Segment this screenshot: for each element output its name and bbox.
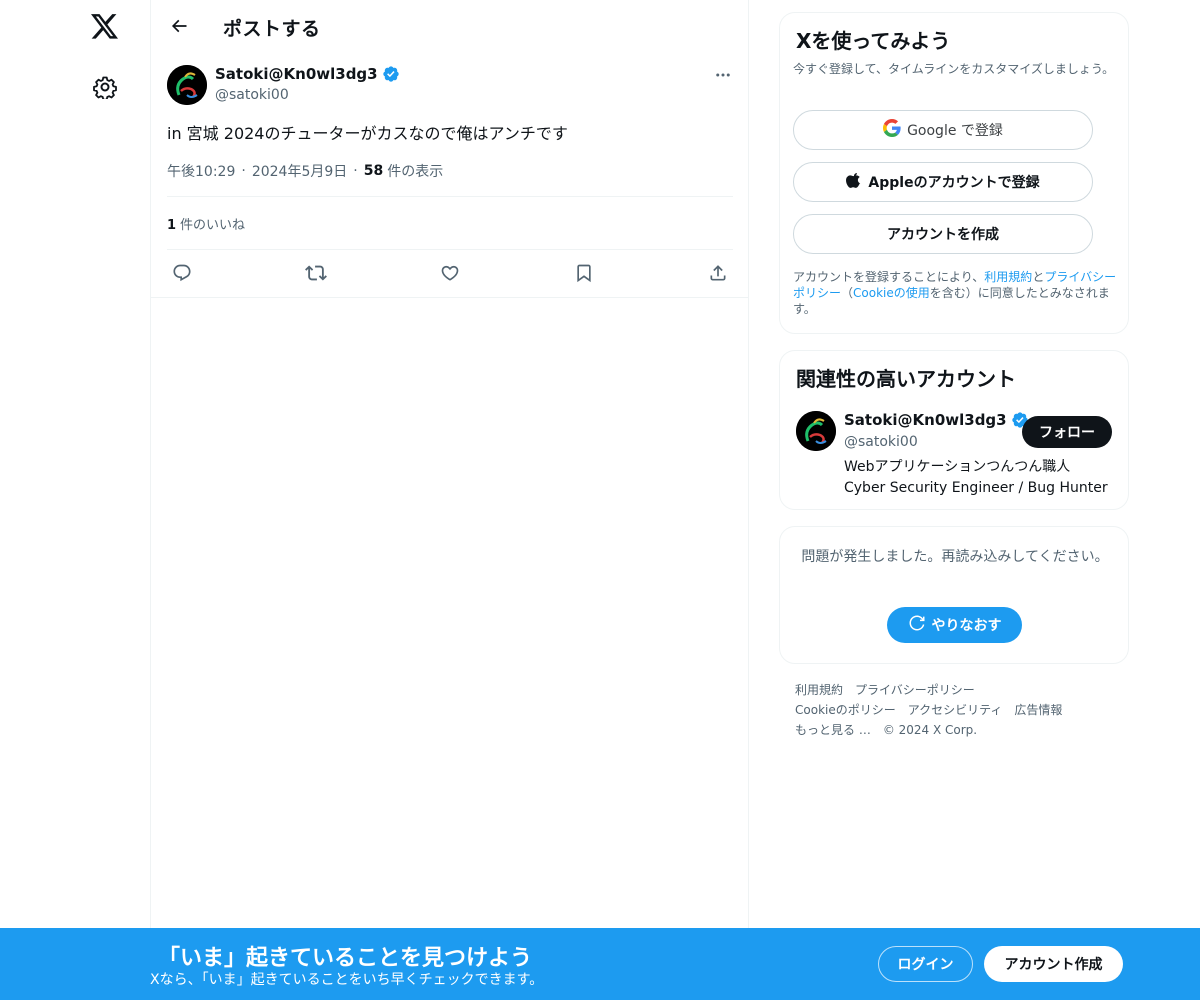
post-detail: Satoki@Kn0wl3dg3 @satoki00 in 宮城 2024のチュ… xyxy=(151,53,749,298)
verified-badge-icon xyxy=(382,65,400,83)
repost-icon[interactable] xyxy=(302,259,330,287)
related-account-bio: Webアプリケーションつんつん職人 Cyber Security Enginee… xyxy=(844,457,1108,499)
author-name-text: Satoki@Kn0wl3dg3 xyxy=(215,65,378,83)
more-options-icon[interactable] xyxy=(711,65,735,85)
footer-links: 利用規約 プライバシーポリシー Cookieのポリシー アクセシビリティ 広告情報 も… xyxy=(795,680,1115,740)
bio-line: Webアプリケーションつんつん職人 xyxy=(844,459,1071,475)
create-account-button[interactable]: アカウントを作成 xyxy=(793,214,1093,254)
views-count: 58 xyxy=(363,163,384,179)
likes-label: 件のいいね xyxy=(180,218,246,233)
apple-icon xyxy=(846,171,862,193)
meta-separator: · xyxy=(353,163,358,179)
terms-notice: アカウントを登録することにより、利用規約とプライバシーポリシー（Cookieの使… xyxy=(793,269,1121,317)
footer-link-privacy[interactable]: プライバシーポリシー xyxy=(855,683,975,697)
like-icon[interactable] xyxy=(436,259,464,287)
main-column: ポストする Satoki@Kn0wl3dg3 @satoki00 in 宮城 2… xyxy=(150,0,749,1000)
post-meta: 午後10:29 · 2024年5月9日 · 58 件の表示 xyxy=(167,161,443,181)
signup-card: Xを使ってみよう 今すぐ登録して、タイムラインをカスタマイズしましょう。 Goo… xyxy=(779,12,1129,334)
terms-prefix: アカウントを登録することにより、 xyxy=(793,270,985,284)
terms-link[interactable]: 利用規約 xyxy=(984,270,1032,284)
terms-and: と xyxy=(1032,270,1045,284)
footer-link-accessibility[interactable]: アクセシビリティ xyxy=(908,703,1003,717)
gear-icon[interactable] xyxy=(88,70,122,104)
banner-title: 「いま」起きていることを見つけよう xyxy=(158,946,533,971)
open-paren: （ xyxy=(841,286,854,300)
likes-count: 1 xyxy=(167,218,177,233)
avatar[interactable] xyxy=(796,411,836,451)
follow-button[interactable]: フォロー xyxy=(1022,416,1112,448)
footer-link-more[interactable]: もっと見る … xyxy=(795,723,871,737)
retry-label: やりなおす xyxy=(931,618,1002,634)
google-icon xyxy=(883,119,901,141)
x-logo-icon[interactable] xyxy=(86,8,124,46)
signup-title: Xを使ってみよう xyxy=(796,29,951,53)
signup-description: 今すぐ登録して、タイムラインをカスタマイズしましょう。 xyxy=(793,62,1115,76)
signup-banner: 「いま」起きていることを見つけよう Xなら、「いま」起きていることをいち早くチェ… xyxy=(0,928,1200,1000)
bio-line: Cyber Security Engineer / Bug Hunter xyxy=(844,480,1108,496)
error-message: 問題が発生しました。再読み込みしてください。 xyxy=(801,549,1109,565)
apple-signup-button[interactable]: Appleのアカウントで登録 xyxy=(793,162,1093,202)
related-name-text: Satoki@Kn0wl3dg3 xyxy=(844,411,1007,429)
author-name[interactable]: Satoki@Kn0wl3dg3 xyxy=(215,65,400,83)
divider xyxy=(167,249,733,250)
back-arrow-icon[interactable] xyxy=(165,12,193,40)
avatar[interactable] xyxy=(167,65,207,105)
meta-separator: · xyxy=(241,163,246,179)
create-account-label: アカウントを作成 xyxy=(887,227,999,243)
page-header: ポストする xyxy=(151,0,749,53)
views-label: 件の表示 xyxy=(387,164,444,180)
right-sidebar: Xを使ってみよう 今すぐ登録して、タイムラインをカスタマイズしましょう。 Goo… xyxy=(779,12,1129,737)
error-card: 問題が発生しました。再読み込みしてください。 やりなおす xyxy=(779,526,1129,664)
footer-copyright: © 2024 X Corp. xyxy=(882,723,978,737)
related-accounts-card: 関連性の高いアカウント Satoki@Kn0wl3dg3 @satoki00 フ… xyxy=(779,350,1129,510)
login-button[interactable]: ログイン xyxy=(878,946,973,982)
page-title: ポストする xyxy=(223,18,321,40)
banner-subtitle: Xなら、「いま」起きていることをいち早くチェックできます。 xyxy=(150,972,544,988)
cookie-link[interactable]: Cookieの使用 xyxy=(853,286,930,300)
likes-row[interactable]: 1 件のいいね xyxy=(167,214,245,233)
related-account-name[interactable]: Satoki@Kn0wl3dg3 xyxy=(844,411,1029,429)
footer-link-cookie[interactable]: Cookieのポリシー xyxy=(795,703,896,717)
reply-icon[interactable] xyxy=(168,259,196,287)
author-handle[interactable]: @satoki00 xyxy=(215,87,289,103)
google-signup-label: Google で登録 xyxy=(907,123,1003,139)
post-text: in 宮城 2024のチューターがカスなので俺はアンチです xyxy=(167,124,568,143)
footer-link-ads[interactable]: 広告情報 xyxy=(1014,703,1062,717)
left-nav xyxy=(0,0,150,1000)
footer-link-terms[interactable]: 利用規約 xyxy=(795,683,843,697)
share-icon[interactable] xyxy=(704,259,732,287)
related-title: 関連性の高いアカウント xyxy=(796,367,1016,391)
divider xyxy=(167,196,733,197)
post-date[interactable]: 2024年5月9日 xyxy=(252,161,347,181)
retry-button[interactable]: やりなおす xyxy=(887,607,1022,643)
post-time[interactable]: 午後10:29 xyxy=(167,161,235,181)
signup-button[interactable]: アカウント作成 xyxy=(984,946,1123,982)
bookmark-icon[interactable] xyxy=(570,259,598,287)
google-signup-button[interactable]: Google で登録 xyxy=(793,110,1093,150)
apple-signup-label: Appleのアカウントで登録 xyxy=(868,175,1040,191)
related-account-handle[interactable]: @satoki00 xyxy=(844,434,918,450)
refresh-icon xyxy=(908,614,926,636)
post-actions xyxy=(151,259,749,287)
